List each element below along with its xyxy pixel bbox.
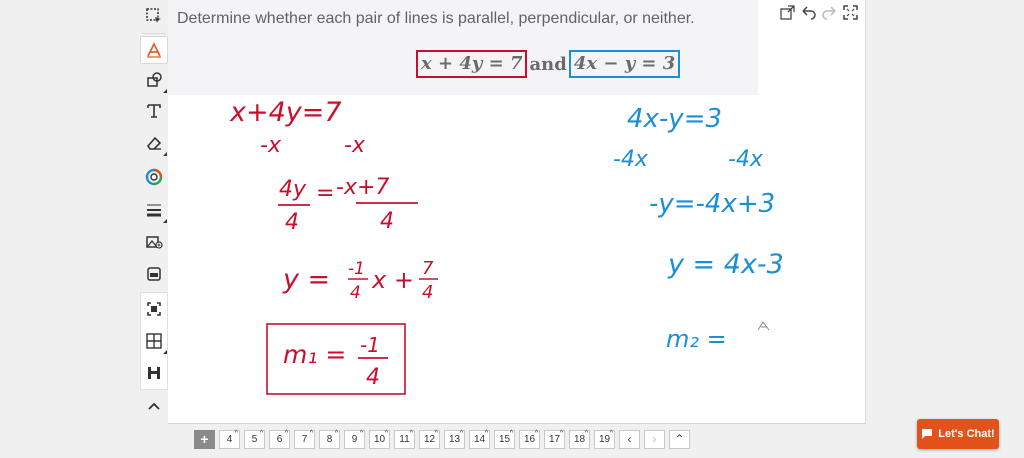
page-tab[interactable]: 11 ^ — [394, 429, 415, 449]
page-tools-group — [140, 292, 168, 390]
page-tab[interactable]: 10 ^ — [369, 429, 390, 449]
left-const-den: 4 — [422, 282, 433, 303]
right-line-1: 4x-y=3 — [627, 104, 722, 134]
collapse-icon[interactable] — [140, 392, 168, 420]
left-y-label: y = — [282, 264, 330, 295]
left-subtract-a: -x — [260, 133, 282, 158]
page-tab[interactable]: 6 ^ — [269, 429, 290, 449]
left-frac-den-right: 4 — [380, 209, 394, 234]
page-tab[interactable]: 4 ^ — [219, 429, 240, 449]
left-eq-sign: = — [316, 181, 334, 206]
shape-icon[interactable] — [140, 66, 168, 94]
right-subtract-a: -4x — [613, 147, 649, 172]
right-line-4: y = 4x-3 — [667, 249, 784, 280]
left-slope-den: 4 — [350, 283, 361, 303]
left-frac-den-left: 4 — [285, 210, 299, 235]
handwriting-layer: x+4y=7 -x -x 4y 4 = -x+7 4 y = -1 4 x + … — [229, 97, 784, 395]
page-tab[interactable]: 17 ^ — [544, 429, 565, 449]
page-tab[interactable]: 7 ^ — [294, 429, 315, 449]
add-page-button[interactable]: + — [194, 429, 215, 449]
page-tab[interactable]: 14 ^ — [469, 429, 490, 449]
page-navigation: + 4 ^ 5 ^ 6 ^ 7 ^ 8 ^ 9 ^ 10 ^ 11 ^ 12 ^ 13 ^ 14 ^ … — [194, 429, 690, 449]
page-tab[interactable]: 18 ^ — [569, 429, 590, 449]
left-x-plus: x + — [371, 266, 414, 294]
page-tab[interactable]: 13 ^ — [444, 429, 465, 449]
m1-label: m₁ = — [283, 340, 346, 369]
gallery-icon[interactable] — [140, 260, 168, 288]
next-page-icon[interactable]: › — [644, 429, 665, 449]
image-icon[interactable] — [140, 228, 168, 256]
whiteboard-canvas[interactable]: Determine whether each pair of lines is … — [168, 0, 866, 424]
page-tab[interactable]: 19 ^ — [594, 429, 615, 449]
select-icon[interactable] — [140, 2, 168, 30]
page-tab[interactable]: 15 ^ — [494, 429, 515, 449]
page-tab[interactable]: 16 ^ — [519, 429, 540, 449]
left-frac-num-left: 4y — [279, 177, 307, 202]
pen-icon[interactable] — [140, 36, 168, 64]
right-line-3: -y=-4x+3 — [649, 189, 775, 219]
m1-num: -1 — [360, 333, 380, 357]
color-icon[interactable] — [140, 163, 168, 191]
grid-icon[interactable] — [140, 327, 168, 355]
page-tab[interactable]: 8 ^ — [319, 429, 340, 449]
pen-cursor-icon — [757, 321, 770, 331]
expand-pages-icon[interactable]: ⌃ — [669, 429, 690, 449]
page-tab[interactable]: 5 ^ — [244, 429, 265, 449]
left-slope-num: -1 — [348, 259, 365, 279]
text-icon[interactable] — [140, 97, 168, 125]
eraser-icon[interactable] — [140, 129, 168, 157]
left-frac-num-right: -x+7 — [336, 175, 389, 200]
save-icon[interactable] — [140, 359, 168, 387]
screenshot-icon[interactable] — [140, 295, 168, 323]
m1-den: 4 — [366, 365, 380, 390]
page-tab[interactable]: 9 ^ — [344, 429, 365, 449]
line-width-icon[interactable] — [140, 196, 168, 224]
m2-label: m₂ = — [666, 325, 727, 353]
page-tab[interactable]: 12 ^ — [419, 429, 440, 449]
lets-chat-button[interactable]: Let's Chat! — [917, 419, 999, 449]
left-subtract-b: -x — [344, 133, 366, 158]
drawing-toolbar — [138, 0, 168, 425]
left-const-num: 7 — [422, 258, 434, 279]
chat-icon — [922, 429, 933, 439]
right-subtract-b: -4x — [728, 147, 764, 172]
prev-page-icon[interactable]: ‹ — [619, 429, 640, 449]
left-line-1: x+4y=7 — [229, 97, 342, 128]
chat-label: Let's Chat! — [938, 428, 995, 440]
